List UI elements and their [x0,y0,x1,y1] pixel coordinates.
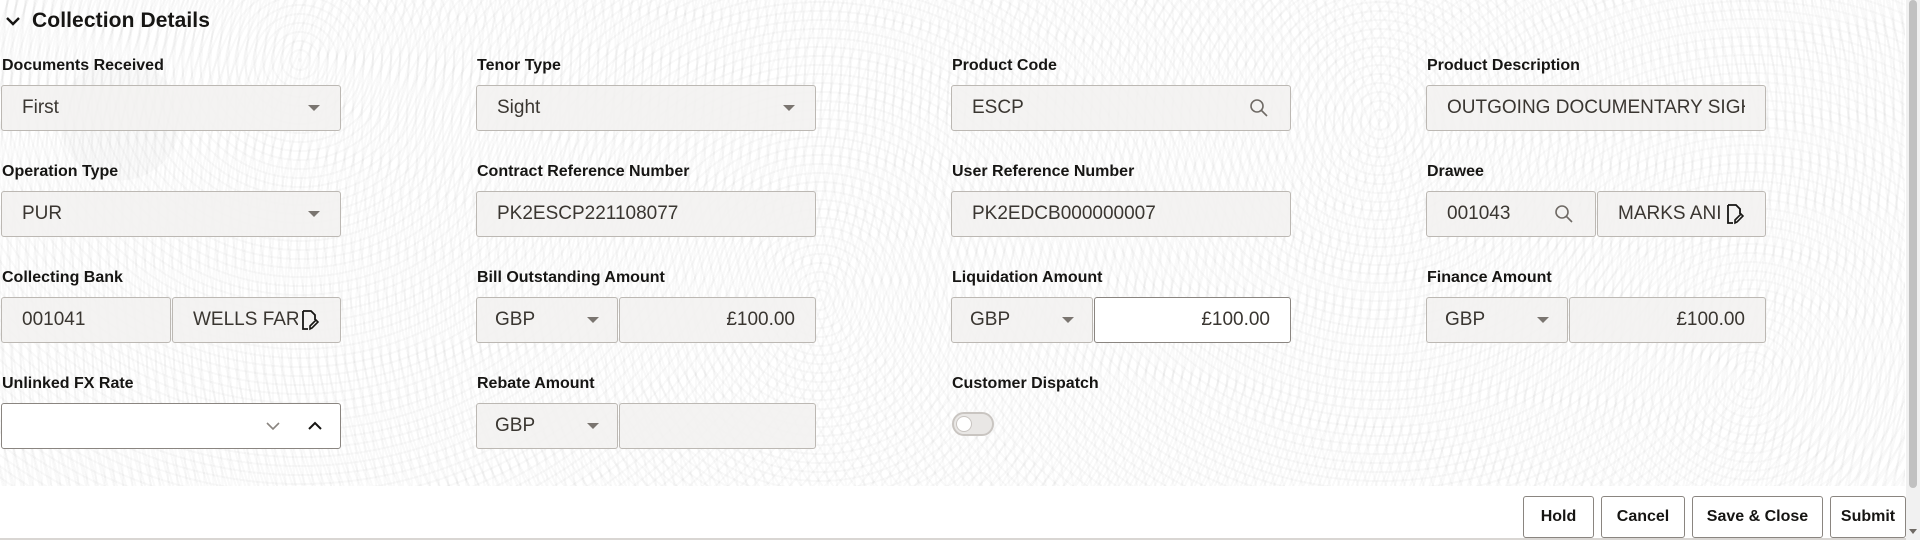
operation-type-label: Operation Type [2,163,119,180]
submit-button[interactable]: Submit [1830,496,1906,538]
customer-dispatch-label: Customer Dispatch [952,375,1099,392]
tenor-type-value: Sight [497,97,541,118]
operation-type-value: PUR [22,203,63,224]
customer-dispatch-toggle[interactable] [952,412,994,436]
drawee-code-value: 001043 [1447,203,1511,224]
caret-down-icon [783,105,795,111]
bill-outstanding-amount-label: Bill Outstanding Amount [477,269,665,286]
section-title: Collection Details [32,9,211,32]
search-icon[interactable] [1553,203,1575,225]
rebate-currency-select[interactable]: GBP [476,403,618,449]
unlinked-fx-rate-input[interactable] [1,403,341,449]
caret-down-icon [308,211,320,217]
edit-document-icon[interactable] [298,309,320,331]
bill-outstanding-amount-input[interactable]: £100.00 [619,297,816,343]
product-description-input[interactable]: OUTGOING DOCUMENTARY SIGHT [1426,85,1766,131]
documents-received-value: First [22,97,59,118]
collecting-bank-code-input[interactable]: 001041 [1,297,171,343]
chevron-up-icon[interactable] [304,415,326,437]
hold-button[interactable]: Hold [1523,496,1594,538]
user-reference-number-value: PK2EDCB000000007 [972,203,1156,224]
collecting-bank-name-value: WELLS FAR [193,309,298,330]
chevron-down-icon[interactable] [262,415,284,437]
product-description-value: OUTGOING DOCUMENTARY SIGHT [1447,97,1745,118]
rebate-amount-input[interactable] [619,403,816,449]
product-description-label: Product Description [1427,57,1580,74]
bill-outstanding-currency-select[interactable]: GBP [476,297,618,343]
collecting-bank-label: Collecting Bank [2,269,123,286]
bill-outstanding-currency-value: GBP [495,309,536,330]
finance-amount-value: £100.00 [1676,309,1745,330]
product-code-input[interactable]: ESCP [951,85,1291,131]
drawee-name-input[interactable]: MARKS ANI [1597,191,1766,237]
search-icon[interactable] [1248,97,1270,119]
scroll-down-arrow-icon[interactable] [1906,526,1920,538]
section-header[interactable]: Collection Details [0,6,210,36]
contract-reference-number-label: Contract Reference Number [477,163,690,180]
drawee-code-input[interactable]: 001043 [1426,191,1596,237]
collecting-bank-name-input[interactable]: WELLS FAR [172,297,341,343]
caret-down-icon [1062,317,1074,323]
operation-type-select[interactable]: PUR [1,191,341,237]
drawee-name-value: MARKS ANI [1618,203,1722,224]
bill-outstanding-amount-value: £100.00 [726,309,795,330]
contract-reference-number-value: PK2ESCP221108077 [497,203,679,224]
contract-reference-number-input[interactable]: PK2ESCP221108077 [476,191,816,237]
chevron-down-icon[interactable] [2,10,24,32]
finance-amount-input[interactable]: £100.00 [1569,297,1766,343]
liquidation-currency-value: GBP [970,309,1011,330]
liquidation-amount-label: Liquidation Amount [952,269,1103,286]
tenor-type-select[interactable]: Sight [476,85,816,131]
user-reference-number-label: User Reference Number [952,163,1135,180]
finance-currency-select[interactable]: GBP [1426,297,1568,343]
caret-down-icon [587,317,599,323]
rebate-amount-label: Rebate Amount [477,375,595,392]
liquidation-amount-value: £100.00 [1201,309,1270,330]
unlinked-fx-rate-label: Unlinked FX Rate [2,375,134,392]
rebate-currency-value: GBP [495,415,536,436]
save-close-button[interactable]: Save & Close [1692,496,1823,538]
tenor-type-label: Tenor Type [477,57,561,74]
caret-down-icon [587,423,599,429]
finance-amount-label: Finance Amount [1427,269,1552,286]
edit-document-icon[interactable] [1723,203,1745,225]
cancel-button[interactable]: Cancel [1601,496,1685,538]
documents-received-label: Documents Received [2,57,164,74]
documents-received-select[interactable]: First [1,85,341,131]
collecting-bank-code-value: 001041 [22,309,86,330]
scrollbar-thumb[interactable] [1909,0,1917,488]
finance-currency-value: GBP [1445,309,1486,330]
liquidation-amount-input[interactable]: £100.00 [1094,297,1291,343]
drawee-label: Drawee [1427,163,1484,180]
user-reference-number-input[interactable]: PK2EDCB000000007 [951,191,1291,237]
toggle-knob [956,416,972,432]
product-code-label: Product Code [952,57,1057,74]
caret-down-icon [1537,317,1549,323]
product-code-value: ESCP [972,97,1024,118]
liquidation-currency-select[interactable]: GBP [951,297,1093,343]
caret-down-icon [308,105,320,111]
